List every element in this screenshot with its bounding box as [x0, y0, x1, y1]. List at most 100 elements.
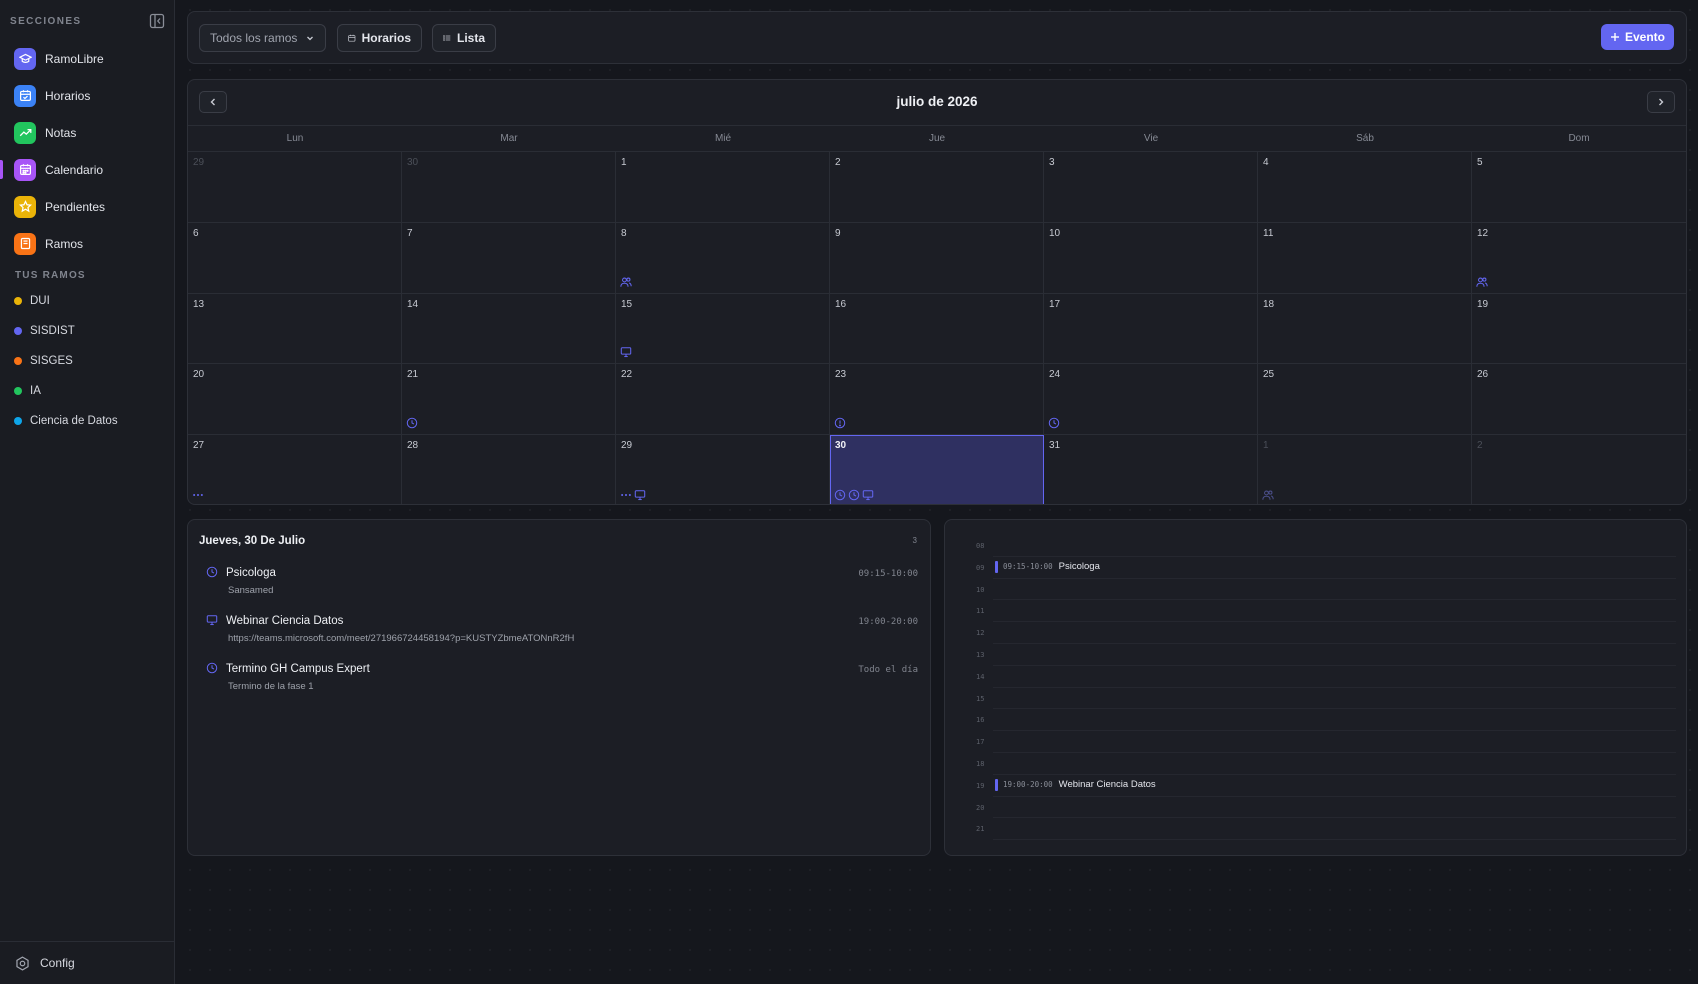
- sidebar-item-label: Horarios: [45, 88, 91, 103]
- day-cell[interactable]: 2: [830, 152, 1044, 223]
- day-cell[interactable]: 1: [616, 152, 830, 223]
- event-title: Psicologa: [226, 567, 276, 579]
- day-number: 22: [621, 369, 633, 381]
- day-cell[interactable]: 14: [402, 293, 616, 365]
- gear-icon: [16, 955, 29, 971]
- ramo-item[interactable]: SISDIST: [0, 316, 175, 346]
- day-cell[interactable]: 2: [1472, 435, 1686, 504]
- day-event-item[interactable]: Webinar Ciencia Datos https://teams.micro…: [206, 614, 918, 662]
- day-event-list: Psicologa Sansamed 09:15-10:00 Webinar Cien…: [206, 566, 918, 710]
- sidebar-item-label: Ramos: [45, 236, 84, 251]
- day-cell[interactable]: 7: [402, 222, 616, 294]
- weekday-label: Mar: [500, 133, 518, 144]
- day-number: 31: [1049, 440, 1061, 452]
- day-event-item[interactable]: Termino GH Campus Expert Termino de la fa…: [206, 662, 918, 710]
- sidebar-item-label: RamoLibre: [45, 51, 104, 66]
- day-event-indicators: [1476, 276, 1488, 288]
- timeline-hour-row: 08: [945, 535, 1686, 557]
- day-event-item[interactable]: Psicologa Sansamed 09:15-10:00: [206, 566, 918, 614]
- clock-icon: [206, 662, 218, 674]
- day-cell[interactable]: 4: [1258, 152, 1472, 223]
- day-cell[interactable]: 11: [1258, 222, 1472, 294]
- timeline-event[interactable]: 09:15-10:00 Psicologa: [995, 560, 1100, 573]
- day-cell[interactable]: 6: [188, 222, 402, 294]
- day-cell-selected[interactable]: 30: [830, 435, 1044, 504]
- day-number: 18: [1263, 298, 1275, 310]
- timeline-hour-label: 18: [976, 759, 985, 768]
- timeline-event-title: Webinar Ciencia Datos: [1058, 779, 1156, 791]
- day-cell[interactable]: 27: [188, 435, 402, 504]
- day-cell[interactable]: 10: [1044, 222, 1258, 294]
- day-cell[interactable]: 29: [616, 435, 830, 504]
- day-cell[interactable]: 17: [1044, 293, 1258, 365]
- sidebar-item-pendientes[interactable]: Pendientes: [0, 188, 175, 225]
- calendar-grid: 29 30 1 2 3 4 5 6 7 8 9 10 11 12 13 14 15 16 17 18 19 20 21 22 2…: [188, 152, 1686, 504]
- day-cell[interactable]: 20: [188, 364, 402, 436]
- next-month-button[interactable]: [1647, 91, 1675, 113]
- ramo-item[interactable]: IA: [0, 376, 175, 406]
- event-subtitle: https://teams.microsoft.com/meet/2719667…: [228, 633, 575, 644]
- day-cell[interactable]: 15: [616, 293, 830, 365]
- ramo-label: DUI: [30, 295, 50, 307]
- event-title: Webinar Ciencia Datos: [226, 615, 344, 627]
- day-number: 19: [1477, 298, 1489, 310]
- day-cell[interactable]: 26: [1472, 364, 1686, 436]
- timeline-hour-row: 09 09:15-10:00 Psicologa: [945, 557, 1686, 579]
- ramo-item[interactable]: SISGES: [0, 346, 175, 376]
- day-cell[interactable]: 23: [830, 364, 1044, 436]
- lista-button[interactable]: Lista: [432, 24, 496, 52]
- day-cell[interactable]: 30: [402, 152, 616, 223]
- sidebar-item-notas[interactable]: Notas: [0, 114, 175, 151]
- horarios-button[interactable]: Horarios: [337, 24, 422, 52]
- timeline-event[interactable]: 19:00-20:00 Webinar Ciencia Datos: [995, 778, 1156, 791]
- day-cell[interactable]: 1: [1258, 435, 1472, 504]
- day-event-indicators: [192, 489, 204, 501]
- sidebar-item-calendario[interactable]: Calendario: [0, 151, 175, 188]
- day-cell[interactable]: 25: [1258, 364, 1472, 436]
- ramos-filter-select[interactable]: Todos los ramos: [199, 24, 326, 52]
- day-number: 24: [1049, 369, 1061, 381]
- users-icon: [1476, 276, 1488, 288]
- day-number: 28: [407, 440, 419, 452]
- sidebar-item-ramos[interactable]: Ramos: [0, 225, 175, 262]
- day-number: 4: [1263, 157, 1269, 168]
- day-cell[interactable]: 19: [1472, 294, 1686, 365]
- timeline-hour-row: 10: [945, 579, 1686, 601]
- day-number: 29: [621, 440, 633, 452]
- ramo-color-dot: [14, 417, 22, 425]
- day-cell[interactable]: 28: [402, 435, 616, 504]
- day-cell[interactable]: 22: [616, 364, 830, 436]
- collapse-sidebar-icon[interactable]: [149, 13, 165, 29]
- add-evento-button[interactable]: Evento: [1601, 24, 1674, 50]
- day-event-indicators: [620, 276, 632, 288]
- day-cell[interactable]: 16: [830, 293, 1044, 365]
- day-cell[interactable]: 13: [188, 293, 402, 365]
- day-cell[interactable]: 31: [1044, 435, 1258, 504]
- day-cell[interactable]: 9: [830, 222, 1044, 294]
- timeline-event-time: 19:00-20:00: [1003, 780, 1053, 790]
- day-number: 10: [1049, 227, 1061, 239]
- day-cell[interactable]: 5: [1472, 152, 1686, 223]
- ramo-item[interactable]: Ciencia de Datos: [0, 406, 175, 436]
- sidebar-title: SECCIONES: [10, 15, 82, 27]
- day-cell[interactable]: 3: [1044, 152, 1258, 223]
- sidebar-item-horarios[interactable]: Horarios: [0, 77, 175, 114]
- config-button[interactable]: Config: [0, 941, 175, 984]
- event-time: 19:00-20:00: [858, 617, 918, 627]
- timeline-hour-label: 17: [976, 738, 985, 747]
- day-cell[interactable]: 18: [1258, 293, 1472, 365]
- ramo-item[interactable]: DUI: [0, 286, 175, 316]
- day-cell[interactable]: 29: [188, 152, 402, 223]
- day-number: 30: [835, 440, 847, 452]
- day-cell[interactable]: 12: [1472, 223, 1686, 294]
- users-icon: [620, 276, 632, 288]
- more-icon: [620, 489, 632, 501]
- timeline-hour-label: 10: [976, 585, 985, 594]
- day-cell[interactable]: 8: [616, 222, 830, 294]
- ramo-color-dot: [14, 357, 22, 365]
- month-calendar: julio de 2026 Lun Mar Mié Jue Vie Sáb Dom 29 30…: [187, 79, 1687, 505]
- day-cell[interactable]: 24: [1044, 364, 1258, 436]
- calendar-title: julio de 2026: [896, 94, 978, 109]
- day-cell[interactable]: 21: [402, 364, 616, 436]
- sidebar-item-ramolibre[interactable]: RamoLibre: [0, 40, 175, 77]
